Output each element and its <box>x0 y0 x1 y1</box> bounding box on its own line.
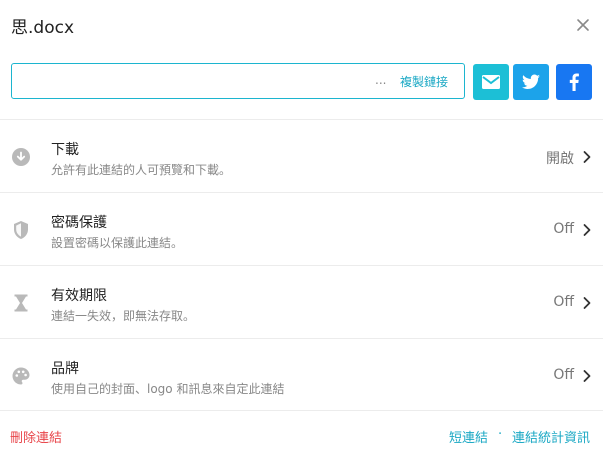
hourglass-icon <box>14 294 28 312</box>
divider <box>0 410 603 411</box>
copy-link-button[interactable]: 複製鏈接 <box>400 73 448 90</box>
download-icon <box>12 148 30 166</box>
chevron-right-icon <box>583 224 591 236</box>
chevron-right-icon <box>583 297 591 309</box>
shield-icon <box>14 221 28 239</box>
palette-icon <box>12 367 30 385</box>
option-password[interactable]: 密碼保護 設置密碼以保護此連結。 Off <box>0 193 603 265</box>
close-icon[interactable] <box>571 13 595 37</box>
option-title: 有效期限 <box>51 288 107 304</box>
short-link-button[interactable]: 短連結 <box>449 427 488 446</box>
option-branding[interactable]: 品牌 使用自己的封面、logo 和訊息來自定此連結 Off <box>0 339 603 411</box>
option-status: Off <box>553 294 574 310</box>
option-description: 允許有此連結的人可預覽和下載。 <box>51 163 232 177</box>
share-twitter-button[interactable] <box>513 64 549 100</box>
footer-separator: · <box>498 427 503 442</box>
delete-link-button[interactable]: 刪除連結 <box>10 427 62 446</box>
dialog-title: 思.docx <box>11 18 75 38</box>
facebook-icon <box>569 73 579 91</box>
twitter-icon <box>521 74 540 89</box>
share-email-button[interactable] <box>473 64 509 100</box>
dialog-footer: 刪除連結 短連結 · 連結統計資訊 <box>0 418 603 450</box>
option-title: 下載 <box>51 142 79 158</box>
option-description: 設置密碼以保護此連結。 <box>51 236 184 250</box>
dialog-header: 思.docx <box>0 0 603 52</box>
link-field: ... 複製鏈接 <box>11 63 465 99</box>
option-status: Off <box>553 221 574 237</box>
link-ellipsis: ... <box>375 73 387 87</box>
option-status: Off <box>553 367 574 383</box>
mail-icon <box>482 75 500 89</box>
option-expiry[interactable]: 有效期限 連結一失效，即無法存取。 Off <box>0 266 603 338</box>
share-dialog: 思.docx ... 複製鏈接 下載 允許有此連結的人可預覽和下載。 開啟 密碼… <box>0 0 603 450</box>
option-title: 品牌 <box>51 361 79 377</box>
option-download[interactable]: 下載 允許有此連結的人可預覽和下載。 開啟 <box>0 120 603 192</box>
option-description: 使用自己的封面、logo 和訊息來自定此連結 <box>51 382 285 396</box>
share-link-input[interactable] <box>18 71 372 93</box>
chevron-right-icon <box>583 370 591 382</box>
link-stats-button[interactable]: 連結統計資訊 <box>512 427 590 446</box>
option-title: 密碼保護 <box>51 215 107 231</box>
option-description: 連結一失效，即無法存取。 <box>51 309 196 323</box>
share-facebook-button[interactable] <box>556 64 592 100</box>
link-row: ... 複製鏈接 <box>11 63 593 100</box>
chevron-right-icon <box>583 151 591 163</box>
option-status: 開啟 <box>546 151 574 167</box>
